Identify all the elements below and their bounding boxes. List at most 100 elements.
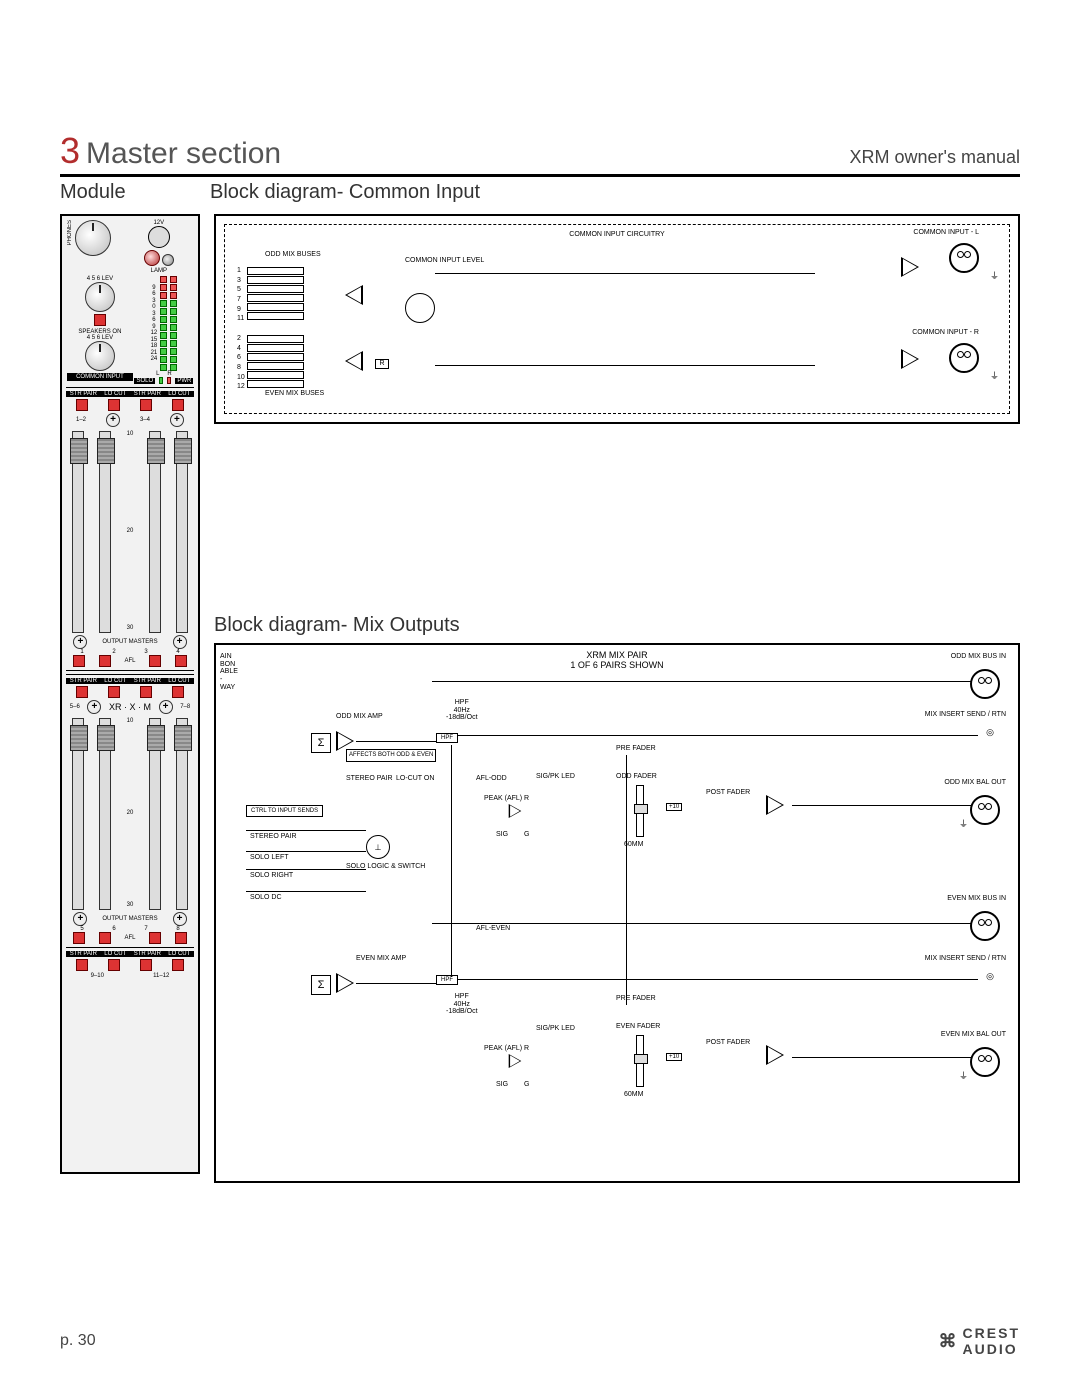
locut-btn-4 bbox=[172, 686, 184, 698]
fm10a: 10 bbox=[127, 431, 134, 437]
amp-icon bbox=[336, 731, 354, 751]
m8: 15 bbox=[151, 337, 158, 343]
locut-btn-5 bbox=[108, 959, 120, 971]
wire-icon bbox=[246, 830, 366, 831]
odd-amp-label: ODD MIX AMP bbox=[336, 713, 383, 721]
lc4: LO CUT bbox=[168, 678, 190, 684]
content-row: PHONES 12V LAMP 4 5 bbox=[60, 214, 1020, 1183]
diagram-column: COMMON INPUT CIRCUITRY ODD MIX BUSES 1 3… bbox=[214, 214, 1020, 1183]
bus-arrow-icon bbox=[247, 344, 304, 352]
screw-icon: + bbox=[87, 700, 101, 714]
locut-btn-6 bbox=[172, 959, 184, 971]
m4: 3 bbox=[151, 311, 158, 317]
wire-icon bbox=[435, 273, 815, 274]
subtitle-module: Module bbox=[60, 181, 210, 204]
solo-label: SOLO bbox=[134, 378, 155, 384]
afl-3 bbox=[149, 655, 161, 667]
amp-icon bbox=[345, 285, 363, 305]
wire-icon bbox=[458, 735, 978, 736]
sig-even: SIG bbox=[496, 1081, 508, 1089]
m3: 0 bbox=[151, 304, 158, 310]
subtitle-diagram2: Block diagram- Mix Outputs bbox=[214, 614, 1020, 637]
hpf0a: HPF bbox=[455, 699, 469, 706]
n3: 3 bbox=[144, 649, 147, 655]
plus10-odd: +10 bbox=[666, 803, 682, 811]
wire-icon bbox=[451, 745, 452, 977]
eb12: 12 bbox=[237, 383, 245, 391]
eb6: 6 bbox=[237, 354, 245, 362]
common-input-knob bbox=[85, 341, 115, 371]
fader-icon bbox=[636, 785, 644, 837]
amp-icon bbox=[336, 973, 354, 993]
lc1: LO CUT bbox=[104, 391, 126, 397]
trs-icon: ◎ bbox=[986, 729, 994, 735]
m5: 6 bbox=[151, 317, 158, 323]
hpf0b: 40Hz bbox=[454, 707, 470, 714]
fader-6 bbox=[99, 718, 111, 910]
phones-level-knob bbox=[85, 282, 115, 312]
om2: OUTPUT MASTERS bbox=[102, 916, 157, 922]
post-even: POST FADER bbox=[706, 1039, 750, 1047]
wire-icon bbox=[246, 891, 366, 892]
sp6: STR PAIR bbox=[134, 951, 161, 957]
brand-line2: AUDIO bbox=[963, 1341, 1018, 1357]
pair78: 7–8 bbox=[180, 704, 190, 710]
lc2: LO CUT bbox=[168, 391, 190, 397]
afl-even-label: AFL-EVEN bbox=[476, 925, 510, 933]
out-r-label: COMMON INPUT - R bbox=[912, 329, 979, 337]
sp1: STR PAIR bbox=[70, 391, 97, 397]
ob11: 11 bbox=[237, 315, 244, 323]
m7: 12 bbox=[151, 330, 158, 336]
ground-icon: ⏚ bbox=[990, 273, 999, 279]
bus-arrow-icon bbox=[247, 371, 304, 379]
screw-icon: + bbox=[106, 413, 120, 427]
xlr-icon bbox=[949, 343, 979, 373]
bus-arrow-icon bbox=[247, 303, 304, 311]
chapter-title: Master section bbox=[86, 137, 849, 171]
fader-4 bbox=[176, 431, 188, 633]
strpair-btn-6 bbox=[140, 959, 152, 971]
m0: 9 bbox=[151, 285, 158, 291]
lamp-label: LAMP bbox=[124, 268, 193, 274]
xlr-icon bbox=[949, 243, 979, 273]
common-circuit-title: COMMON INPUT CIRCUITRY bbox=[569, 231, 664, 238]
rings-icon: ⌘ bbox=[939, 1332, 959, 1350]
wire-icon bbox=[792, 805, 972, 806]
afl-7 bbox=[149, 932, 161, 944]
bus-arrow-icon bbox=[247, 267, 304, 275]
fader-8 bbox=[176, 718, 188, 910]
hpf0c: -18dB/Oct bbox=[446, 714, 478, 721]
common-input-level-label: COMMON INPUT LEVEL bbox=[405, 257, 484, 265]
pair910: 9–10 bbox=[91, 973, 104, 979]
fm30b: 30 bbox=[127, 902, 134, 908]
lb1: BON bbox=[220, 661, 235, 668]
pwr-led bbox=[167, 377, 171, 384]
strpair-btn-3 bbox=[76, 686, 88, 698]
sp-row: STEREO PAIR bbox=[250, 833, 297, 841]
phones-jack-icon bbox=[75, 220, 111, 256]
sigma-icon: Σ bbox=[311, 733, 331, 753]
afl-4 bbox=[175, 655, 187, 667]
r-even: R bbox=[524, 1045, 529, 1053]
lamp-led bbox=[144, 250, 160, 266]
bus-arrow-icon bbox=[247, 335, 304, 343]
afl-2 bbox=[99, 655, 111, 667]
eb2: 2 bbox=[237, 335, 245, 343]
xlr-icon bbox=[970, 911, 1000, 941]
sdc-row: SOLO DC bbox=[250, 894, 282, 902]
solo-led bbox=[159, 377, 163, 384]
screw-icon: + bbox=[73, 635, 87, 649]
m6: 9 bbox=[151, 324, 158, 330]
phones-label: PHONES bbox=[67, 220, 73, 245]
amp-icon bbox=[901, 257, 919, 277]
m11: 24 bbox=[151, 356, 158, 362]
n2: 2 bbox=[112, 649, 115, 655]
wire-icon bbox=[246, 851, 366, 852]
manual-title: XRM owner's manual bbox=[850, 147, 1021, 172]
xlr-icon bbox=[970, 669, 1000, 699]
m10: 21 bbox=[151, 350, 158, 356]
wire-icon bbox=[458, 979, 978, 980]
trs-icon: ◎ bbox=[986, 973, 994, 979]
hpf-box2: HPF bbox=[436, 975, 458, 985]
speakers-on-label: SPEAKERS ON bbox=[78, 329, 121, 335]
